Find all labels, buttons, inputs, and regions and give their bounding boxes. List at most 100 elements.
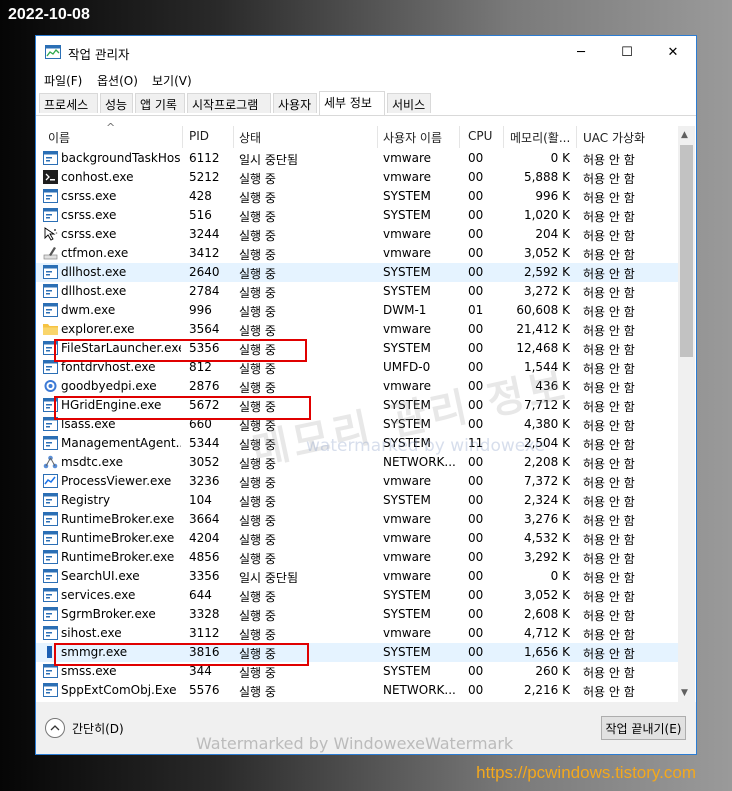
process-name: FileStarLauncher.exe: [61, 341, 181, 355]
process-name: backgroundTaskHos...: [61, 151, 181, 165]
table-row[interactable]: SearchUI.exe 3356 일시 중단됨 vmware 00 0 K 허용 안 함: [36, 567, 678, 586]
table-row[interactable]: ProcessViewer.exe 3236 실행 중 vmware 00 7,372 K…: [36, 472, 678, 491]
table-row[interactable]: smmgr.exe 3816 실행 중 SYSTEM 00 1,656 K 허용 안 함: [36, 643, 678, 662]
column-header-memory[interactable]: 메모리(활...: [510, 129, 574, 146]
table-row[interactable]: smss.exe 344 실행 중 SYSTEM 00 260 K 허용 안 함: [36, 662, 678, 681]
process-mem: 60,608 K: [516, 303, 570, 317]
menu-options[interactable]: 옵션(O): [97, 72, 138, 89]
table-row[interactable]: msdtc.exe 3052 실행 중 NETWORK... 00 2,208 K 허용 안…: [36, 453, 678, 472]
table-row[interactable]: Registry 104 실행 중 SYSTEM 00 2,324 K 허용 안 함: [36, 491, 678, 510]
table-row[interactable]: RuntimeBroker.exe 3664 실행 중 vmware 00 3,276 K…: [36, 510, 678, 529]
table-row[interactable]: backgroundTaskHos... 6112 일시 중단됨 vmware 00 0 …: [36, 149, 678, 168]
process-name: SgrmBroker.exe: [61, 607, 156, 621]
process-status: 일시 중단됨: [239, 571, 299, 585]
process-name: csrss.exe: [61, 208, 117, 222]
app-icon: [43, 588, 58, 602]
column-separator[interactable]: [182, 126, 183, 148]
column-header-name[interactable]: 이름: [48, 129, 70, 146]
table-row[interactable]: HGridEngine.exe 5672 실행 중 SYSTEM 00 7,712 K 허용…: [36, 396, 678, 415]
process-user: SYSTEM: [383, 284, 431, 298]
process-status: 실행 중: [239, 343, 276, 357]
tab-services[interactable]: 서비스: [387, 93, 431, 113]
scroll-up-icon[interactable]: ▲: [681, 130, 688, 140]
close-button[interactable]: ✕: [650, 36, 696, 69]
process-uac: 허용 안 함: [583, 210, 635, 224]
table-row[interactable]: csrss.exe 3244 실행 중 vmware 00 204 K 허용 안 함: [36, 225, 678, 244]
tab-details[interactable]: 세부 정보: [319, 91, 385, 115]
table-row[interactable]: explorer.exe 3564 실행 중 vmware 00 21,412 K 허용 안…: [36, 320, 678, 339]
menu-file[interactable]: 파일(F): [44, 72, 82, 89]
process-cpu: 00: [468, 360, 484, 374]
process-pid: 428: [189, 189, 212, 203]
table-row[interactable]: csrss.exe 516 실행 중 SYSTEM 00 1,020 K 허용 안 함: [36, 206, 678, 225]
table-row[interactable]: SppExtComObj.Exe 5576 실행 중 NETWORK... 00 2,21…: [36, 681, 678, 700]
process-uac: 허용 안 함: [583, 172, 635, 186]
table-row[interactable]: sihost.exe 3112 실행 중 vmware 00 4,712 K 허용 안 함: [36, 624, 678, 643]
table-row[interactable]: lsass.exe 660 실행 중 SYSTEM 00 4,380 K 허용 안 함: [36, 415, 678, 434]
tab-users[interactable]: 사용자: [273, 93, 317, 113]
network-icon: [43, 455, 58, 469]
table-row[interactable]: RuntimeBroker.exe 4204 실행 중 vmware 00 4,532 K…: [36, 529, 678, 548]
table-row[interactable]: fontdrvhost.exe 812 실행 중 UMFD-0 00 1,544 K 허용 …: [36, 358, 678, 377]
table-row[interactable]: goodbyedpi.exe 2876 실행 중 vmware 00 436 K 허용 안 …: [36, 377, 678, 396]
process-status: 실행 중: [239, 172, 276, 186]
process-cpu: 00: [468, 265, 484, 279]
table-row[interactable]: SgrmBroker.exe 3328 실행 중 SYSTEM 00 2,608 K 허용 …: [36, 605, 678, 624]
column-header-cpu[interactable]: CPU: [468, 129, 492, 143]
process-status: 실행 중: [239, 609, 276, 623]
tab-startup[interactable]: 시작프로그램: [187, 93, 271, 113]
collapse-button[interactable]: [45, 718, 65, 738]
table-row[interactable]: ManagementAgent... 5344 실행 중 SYSTEM 11 2,504 …: [36, 434, 678, 453]
scroll-down-icon[interactable]: ▼: [681, 688, 688, 698]
menu-view[interactable]: 보기(V): [152, 72, 192, 89]
column-separator[interactable]: [459, 126, 460, 148]
column-separator[interactable]: [576, 126, 577, 148]
process-user: vmware: [383, 379, 432, 393]
app-icon: [43, 341, 58, 355]
app-icon: [43, 626, 58, 640]
column-header-uac[interactable]: UAC 가상화: [583, 129, 673, 146]
column-header-status[interactable]: 상태: [239, 129, 261, 146]
column-header-username[interactable]: 사용자 이름: [383, 129, 453, 146]
tab-bar: 프로세스 성능 앱 기록 시작프로그램 사용자 세부 정보 서비스: [36, 91, 696, 115]
title-bar[interactable]: 작업 관리자 ─ ☐ ✕: [36, 36, 696, 69]
process-cpu: 00: [468, 417, 484, 431]
process-uac: 허용 안 함: [583, 666, 635, 680]
table-row[interactable]: conhost.exe 5212 실행 중 vmware 00 5,888 K 허용 안 함: [36, 168, 678, 187]
process-name: HGridEngine.exe: [61, 398, 162, 412]
scroll-thumb[interactable]: [680, 145, 693, 357]
collapse-label[interactable]: 간단히(D): [72, 720, 124, 737]
vertical-scrollbar[interactable]: ▲ ▼: [678, 126, 695, 702]
process-status: 실행 중: [239, 419, 276, 433]
table-row[interactable]: dllhost.exe 2640 실행 중 SYSTEM 00 2,592 K 허용 안 함: [36, 263, 678, 282]
process-name: smss.exe: [61, 664, 117, 678]
process-status: 실행 중: [239, 286, 276, 300]
process-user: SYSTEM: [383, 341, 431, 355]
table-row[interactable]: dllhost.exe 2784 실행 중 SYSTEM 00 3,272 K 허용 안 함: [36, 282, 678, 301]
table-row[interactable]: dwm.exe 996 실행 중 DWM-1 01 60,608 K 허용 안 함: [36, 301, 678, 320]
process-cpu: 00: [468, 322, 484, 336]
process-name: sihost.exe: [61, 626, 122, 640]
column-separator[interactable]: [377, 126, 378, 148]
process-name: msdtc.exe: [61, 455, 123, 469]
table-row[interactable]: services.exe 644 실행 중 SYSTEM 00 3,052 K 허용 안 함: [36, 586, 678, 605]
process-pid: 5344: [189, 436, 220, 450]
process-mem: 0 K: [550, 151, 570, 165]
tab-app-history[interactable]: 앱 기록: [135, 93, 185, 113]
table-row[interactable]: ctfmon.exe 3412 실행 중 vmware 00 3,052 K 허용 안 함: [36, 244, 678, 263]
site-url[interactable]: https://pcwindows.tistory.com: [476, 763, 696, 783]
process-mem: 3,276 K: [523, 512, 570, 526]
minimize-button[interactable]: ─: [558, 36, 604, 69]
column-header-pid[interactable]: PID: [189, 129, 209, 143]
table-row[interactable]: csrss.exe 428 실행 중 SYSTEM 00 996 K 허용 안 함: [36, 187, 678, 206]
process-pid: 3112: [189, 626, 220, 640]
end-task-button[interactable]: 작업 끝내기(E): [601, 716, 686, 740]
column-separator[interactable]: [233, 126, 234, 148]
column-separator[interactable]: [503, 126, 504, 148]
tab-processes[interactable]: 프로세스: [39, 93, 98, 113]
table-row[interactable]: RuntimeBroker.exe 4856 실행 중 vmware 00 3,292 K…: [36, 548, 678, 567]
process-cpu: 00: [468, 208, 484, 222]
maximize-button[interactable]: ☐: [604, 36, 650, 69]
tab-performance[interactable]: 성능: [100, 93, 133, 113]
table-row[interactable]: FileStarLauncher.exe 5356 실행 중 SYSTEM 00 12,4…: [36, 339, 678, 358]
